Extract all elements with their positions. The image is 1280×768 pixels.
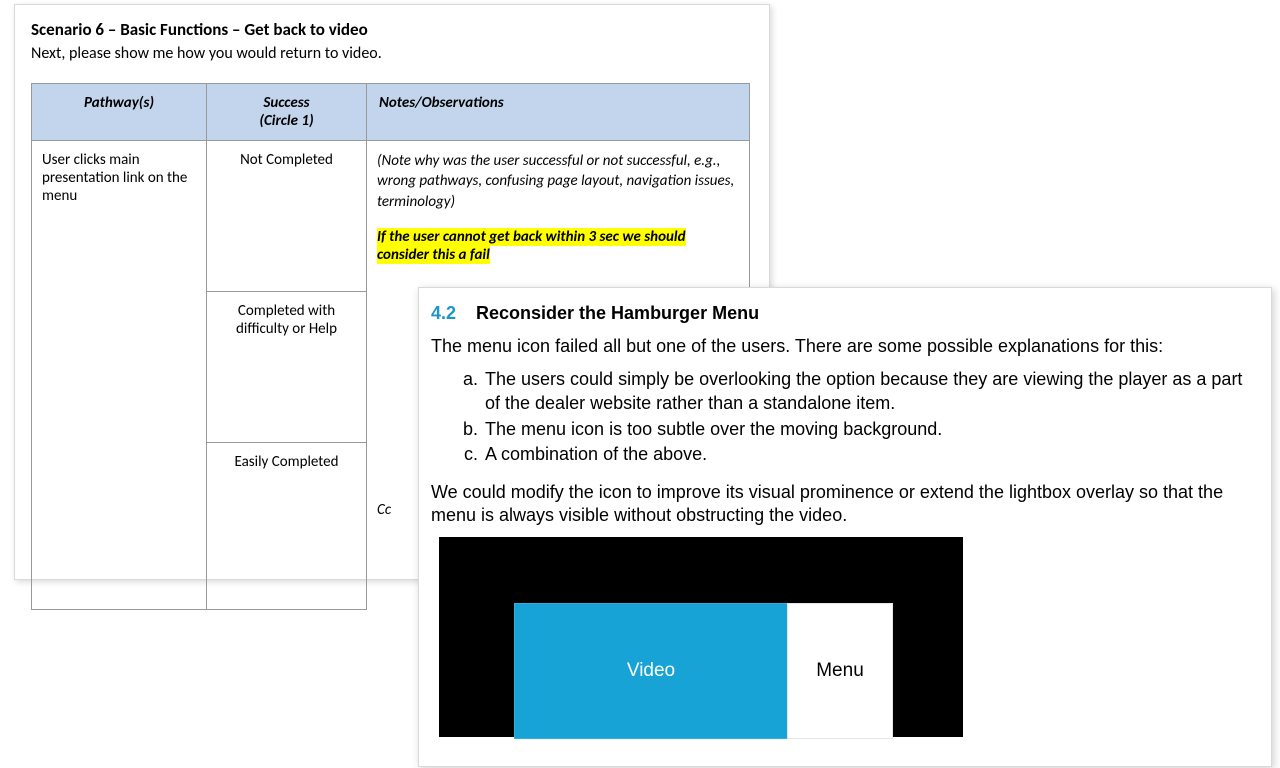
success-cell-difficulty: Completed with difficulty or Help — [207, 292, 367, 443]
mockup-video-region: Video — [514, 603, 788, 739]
table-row: User clicks main presentation link on th… — [32, 141, 750, 292]
scenario-title: Scenario 6 – Basic Functions – Get back … — [31, 19, 753, 40]
scenario-subtitle: Next, please show me how you would retur… — [31, 44, 753, 63]
list-item: The users could simply be overlooking th… — [483, 368, 1255, 416]
section-title: Reconsider the Hamburger Menu — [476, 303, 759, 323]
explanation-list: The users could simply be overlooking th… — [483, 368, 1255, 467]
pathway-cell: User clicks main presentation link on th… — [32, 141, 207, 610]
notes-italic: (Note why was the user successful or not… — [377, 151, 739, 212]
notes-highlight: If the user cannot get back within 3 sec… — [377, 228, 686, 264]
notes-tail: Cc — [377, 501, 391, 519]
success-cell-not-completed: Not Completed — [207, 141, 367, 292]
header-success-top: Success — [263, 94, 309, 112]
header-pathways: Pathway(s) — [32, 84, 207, 141]
list-item: A combination of the above. — [483, 443, 1255, 467]
mockup-menu-region: Menu — [787, 603, 893, 739]
header-success: Success (Circle 1) — [207, 84, 367, 141]
section-heading: 4.2 Reconsider the Hamburger Menu — [431, 302, 1255, 325]
recommendation-paragraph: We could modify the icon to improve its … — [431, 481, 1255, 527]
intro-paragraph: The menu icon failed all but one of the … — [431, 335, 1255, 358]
section-number: 4.2 — [431, 302, 471, 325]
header-success-sub: (Circle 1) — [217, 112, 356, 130]
list-item: The menu icon is too subtle over the mov… — [483, 418, 1255, 442]
header-notes: Notes/Observations — [367, 84, 750, 141]
recommendation-document: 4.2 Reconsider the Hamburger Menu The me… — [418, 287, 1272, 767]
success-cell-easy: Easily Completed — [207, 443, 367, 610]
table-header-row: Pathway(s) Success (Circle 1) Notes/Obse… — [32, 84, 750, 141]
player-mockup: Video Menu — [439, 537, 963, 737]
